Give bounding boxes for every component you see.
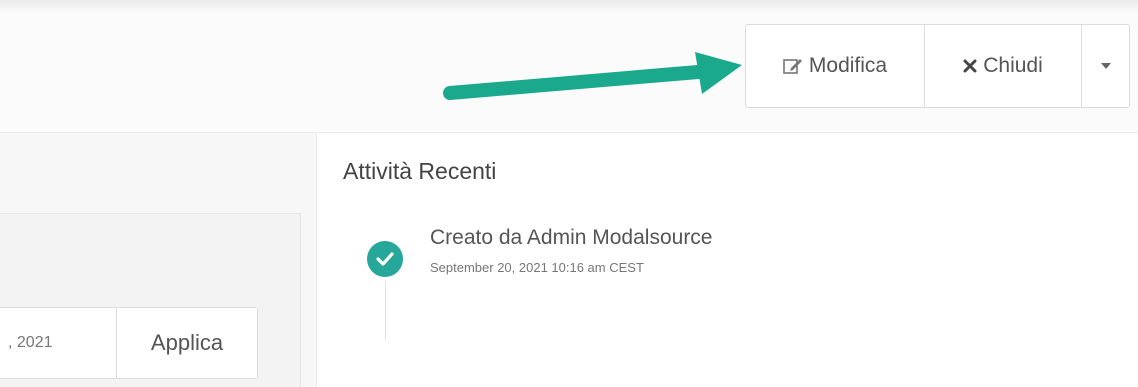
record-actions: Modifica Chiudi — [745, 24, 1130, 108]
date-filter-group: , 2021 Applica — [0, 307, 258, 379]
activity-item-text: Creato da Admin Modalsource — [430, 226, 713, 249]
edit-button-label: Modifica — [808, 54, 888, 77]
top-shadow — [0, 0, 1138, 12]
recent-activity-title: Attività Recenti — [343, 158, 497, 184]
edit-button[interactable]: Modifica — [746, 25, 924, 107]
timeline-line — [385, 270, 386, 340]
more-actions-dropdown[interactable] — [1081, 25, 1129, 107]
close-button-label: Chiudi — [983, 54, 1043, 77]
close-button[interactable]: Chiudi — [924, 25, 1081, 107]
date-range-input[interactable]: , 2021 — [0, 308, 116, 378]
page: Modifica Chiudi , 2021 Applica Attività … — [0, 0, 1138, 387]
apply-button[interactable]: Applica — [116, 308, 257, 378]
check-icon — [367, 241, 403, 277]
close-icon — [963, 59, 977, 73]
chevron-down-icon — [1100, 63, 1111, 69]
activity-item-timestamp: September 20, 2021 10:16 am CEST — [430, 260, 644, 275]
edit-icon — [783, 57, 803, 75]
annotation-arrow — [443, 52, 742, 100]
